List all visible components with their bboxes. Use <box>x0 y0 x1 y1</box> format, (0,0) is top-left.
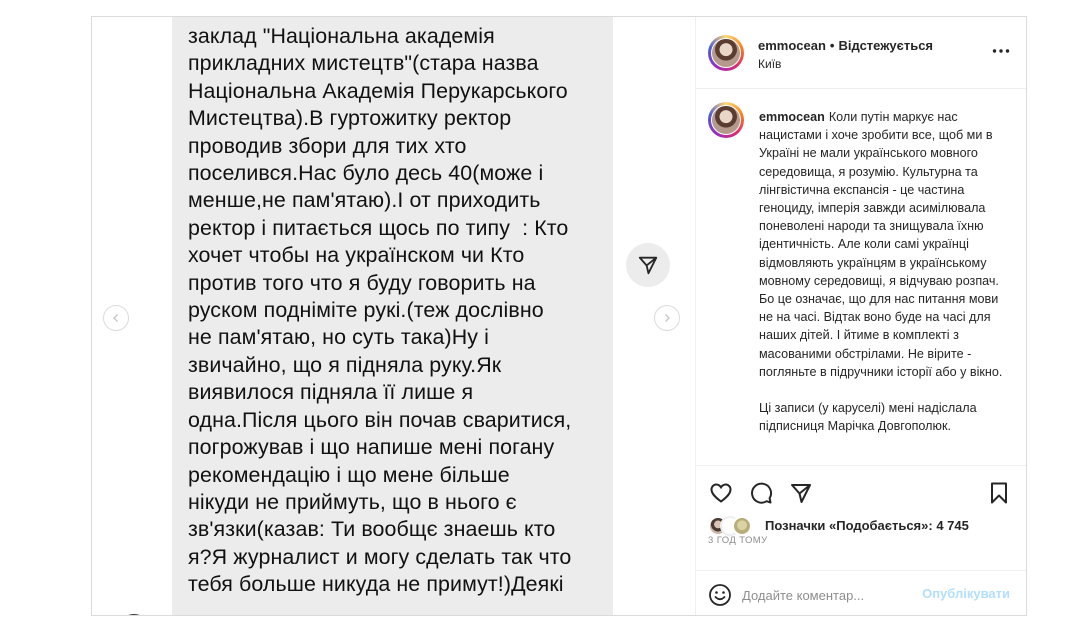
share-button[interactable] <box>788 480 814 506</box>
follow-status[interactable]: Відстежується <box>838 38 933 53</box>
caption-avatar[interactable] <box>708 102 744 138</box>
comment-button[interactable] <box>748 480 774 506</box>
like-button[interactable] <box>708 480 734 506</box>
comment-input[interactable] <box>740 583 912 607</box>
actions-section: Позначки «Подобається»: 4 745 3 ГОД ТОМУ… <box>696 465 1026 615</box>
more-horizontal-icon <box>992 49 1010 53</box>
likes-label: Позначки «Подобається»: <box>765 518 933 533</box>
carousel-next-button[interactable] <box>654 305 680 331</box>
header-username[interactable]: emmocean <box>758 38 826 53</box>
send-button[interactable] <box>626 243 670 287</box>
send-icon <box>638 256 658 275</box>
publish-button[interactable]: Опублікувати <box>922 586 1010 601</box>
caption-section: emmocean Коли путін маркує нас нацистами … <box>696 89 1026 465</box>
post-media[interactable]: заклад "Національна академія прикладних … <box>92 17 695 615</box>
message-text: заклад "Національна академія прикладних … <box>188 24 572 597</box>
carousel-prev-button[interactable] <box>103 305 129 331</box>
post-timestamp[interactable]: 3 ГОД ТОМУ <box>708 535 768 546</box>
bookmark-icon <box>991 482 1007 504</box>
comment-icon <box>751 482 773 504</box>
caption-username[interactable]: emmocean <box>759 110 825 124</box>
share-icon <box>791 484 811 503</box>
likes-count[interactable]: Позначки «Подобається»: 4 745 <box>765 518 969 533</box>
post-sidebar: emmocean • Відстежується Київ emmocean Коли… <box>695 17 1026 615</box>
message-screenshot: заклад "Національна академія прикладних … <box>172 17 613 615</box>
caption-body: Коли путін маркує нас нацистами і хоче з… <box>759 110 1003 434</box>
caption-text: emmocean Коли путін маркує нас нацистами … <box>759 108 1009 436</box>
emoji-button[interactable] <box>708 583 732 612</box>
emoji-icon <box>709 584 731 606</box>
post-dialog: заклад "Національна академія прикладних … <box>91 16 1027 616</box>
location-link[interactable]: Київ <box>758 57 781 71</box>
separator-dot: • <box>829 38 835 53</box>
more-options-button[interactable] <box>992 43 1010 54</box>
chevron-left-icon <box>113 314 118 322</box>
post-header: emmocean • Відстежується Київ <box>696 17 1026 89</box>
heart-icon <box>710 483 732 503</box>
likes-number: 4 745 <box>936 518 969 533</box>
avatar-fragment <box>117 614 151 615</box>
chevron-right-icon <box>665 314 670 322</box>
liker-avatar[interactable] <box>732 516 752 536</box>
save-button[interactable] <box>986 480 1012 506</box>
comment-bar: Опублікувати <box>696 570 1026 615</box>
avatar[interactable] <box>708 35 744 71</box>
